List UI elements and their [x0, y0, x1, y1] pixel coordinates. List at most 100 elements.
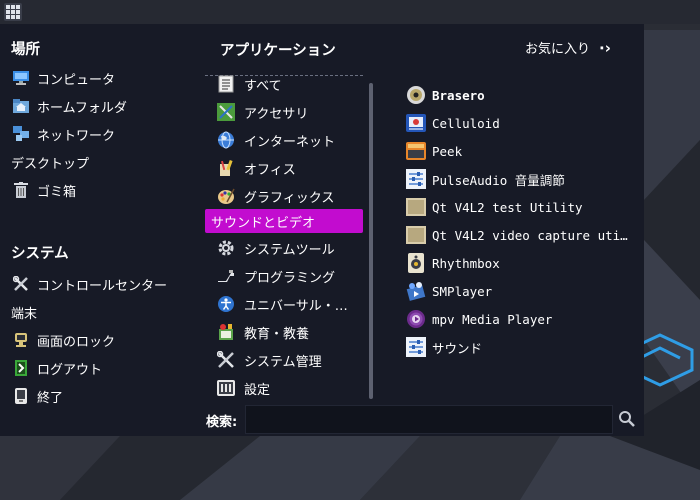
celluloid-icon — [406, 113, 426, 133]
education-icon — [216, 322, 236, 342]
application-menu: 場所 コンピュータ ホームフォルダ ネットワーク デスクトップ ゴミ箱 システム… — [0, 24, 644, 436]
system-item-logout[interactable]: ログアウト — [12, 356, 102, 380]
places-item-desktop[interactable]: デスクトップ — [11, 150, 89, 174]
app-item-celluloid[interactable]: Celluloid — [406, 111, 636, 135]
mixer-icon — [406, 169, 426, 189]
category-education[interactable]: 教育・教養 — [205, 320, 363, 344]
home-folder-icon — [12, 97, 30, 115]
places-title: 場所 — [11, 42, 40, 58]
app-label: PulseAudio 音量調節 — [432, 172, 565, 188]
category-label: プログラミング — [244, 270, 336, 286]
system-item-label: 終了 — [37, 390, 64, 406]
system-item-label: ログアウト — [37, 362, 103, 378]
category-label: すべて — [244, 78, 282, 94]
places-item-trash[interactable]: ゴミ箱 — [12, 178, 76, 202]
app-item-qt-v4l2-test[interactable]: Qt V4L2 test Utility — [406, 195, 636, 219]
accessibility-icon — [216, 294, 236, 314]
admin-tools-icon — [216, 350, 236, 370]
app-item-pulseaudio[interactable]: PulseAudio 音量調節 — [406, 167, 636, 191]
qv4l2-icon — [406, 197, 426, 217]
category-label: サウンドとビデオ — [211, 215, 316, 231]
app-item-sound[interactable]: サウンド — [406, 335, 636, 359]
system-item-control-center[interactable]: コントロールセンター — [12, 272, 167, 296]
system-item-terminal[interactable]: 端末 — [11, 300, 37, 324]
category-system-tools[interactable]: システムツール — [205, 236, 363, 260]
accessories-icon — [216, 102, 236, 122]
search-input[interactable] — [245, 405, 613, 434]
menu-launcher-icon[interactable] — [4, 3, 22, 21]
places-item-label: ゴミ箱 — [37, 184, 77, 200]
chevron-right-icon: ⋅› — [599, 38, 611, 57]
peek-icon — [406, 141, 426, 161]
category-system-admin[interactable]: システム管理 — [205, 348, 363, 372]
lock-screen-icon — [12, 331, 30, 349]
top-panel — [0, 0, 700, 24]
category-programming[interactable]: プログラミング — [205, 264, 363, 288]
category-settings[interactable]: 設定 — [205, 376, 363, 400]
places-item-label: ホームフォルダ — [37, 100, 127, 116]
system-item-label: コントロールセンター — [37, 278, 168, 294]
places-item-computer[interactable]: コンピュータ — [12, 66, 115, 90]
system-item-label: 画面のロック — [37, 334, 116, 350]
smplayer-icon — [406, 281, 426, 301]
search-icon[interactable] — [618, 410, 636, 428]
office-icon — [216, 158, 236, 178]
rhythmbox-icon — [406, 253, 426, 273]
category-label: ユニバーサル・… — [244, 298, 348, 314]
sound-settings-icon — [406, 337, 426, 357]
system-item-lock-screen[interactable]: 画面のロック — [12, 328, 115, 352]
category-all[interactable]: すべて — [205, 72, 363, 96]
places-item-label: コンピュータ — [37, 72, 116, 88]
category-internet[interactable]: インターネット — [205, 128, 363, 152]
places-item-label: デスクトップ — [11, 156, 90, 172]
app-label: SMPlayer — [432, 283, 493, 299]
category-scrollbar[interactable] — [369, 83, 373, 399]
palette-icon — [216, 186, 236, 206]
category-sound-video[interactable]: サウンドとビデオ — [205, 209, 363, 233]
app-label: Qt V4L2 video capture util… — [432, 227, 632, 243]
app-label: Rhythmbox — [432, 255, 500, 271]
shutdown-icon — [12, 387, 30, 405]
category-label: 設定 — [244, 382, 271, 398]
category-graphics[interactable]: グラフィックス — [205, 184, 363, 208]
category-label: システム管理 — [244, 354, 322, 370]
system-item-label: 端末 — [11, 306, 38, 322]
category-accessories[interactable]: アクセサリ — [205, 100, 363, 124]
app-item-mpv[interactable]: mpv Media Player — [406, 307, 636, 331]
globe-icon — [216, 130, 236, 150]
category-label: システムツール — [244, 242, 335, 258]
gear-icon — [216, 238, 236, 258]
logout-icon — [12, 359, 30, 377]
app-label: Qt V4L2 test Utility — [432, 199, 583, 215]
app-item-qt-v4l2-capture[interactable]: Qt V4L2 video capture util… — [406, 223, 636, 247]
qvidcap-icon — [406, 225, 426, 245]
app-item-brasero[interactable]: Brasero — [406, 83, 636, 107]
programming-icon — [216, 266, 236, 286]
places-item-home[interactable]: ホームフォルダ — [12, 94, 127, 118]
system-title: システム — [11, 246, 69, 262]
app-item-smplayer[interactable]: SMPlayer — [406, 279, 636, 303]
app-label: Peek — [432, 143, 463, 159]
app-item-peek[interactable]: Peek — [406, 139, 636, 163]
all-apps-icon — [216, 74, 236, 94]
places-item-label: ネットワーク — [37, 128, 116, 144]
applications-title: アプリケーション — [220, 43, 336, 59]
category-universal-access[interactable]: ユニバーサル・… — [205, 292, 363, 316]
trash-icon — [12, 181, 30, 199]
places-item-network[interactable]: ネットワーク — [12, 122, 115, 146]
tools-icon — [12, 275, 30, 293]
category-label: グラフィックス — [244, 190, 335, 206]
category-label: オフィス — [244, 162, 296, 178]
search-label: 検索: — [206, 415, 238, 430]
monitor-icon — [12, 69, 30, 87]
app-item-rhythmbox[interactable]: Rhythmbox — [406, 251, 636, 275]
category-office[interactable]: オフィス — [205, 156, 363, 180]
mpv-icon — [406, 309, 426, 329]
app-label: Brasero — [432, 87, 485, 103]
category-label: アクセサリ — [244, 106, 309, 122]
app-label: Celluloid — [432, 115, 500, 131]
category-label: 教育・教養 — [244, 326, 310, 342]
system-item-shutdown[interactable]: 終了 — [12, 384, 63, 408]
settings-icon — [216, 378, 236, 398]
favorites-button[interactable]: お気に入り ⋅› — [525, 38, 611, 58]
